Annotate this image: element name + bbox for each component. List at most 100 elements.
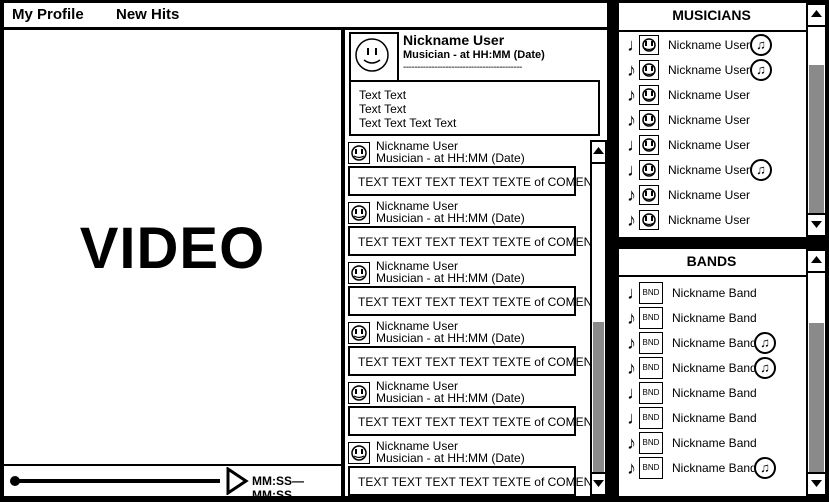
bands-panel: BANDS ♩ BND Nickname Band ♪ BND Nickname Band…	[619, 249, 806, 496]
band-item[interactable]: ♩ BND Nickname Band	[627, 407, 802, 429]
scroll-thumb[interactable]	[593, 322, 604, 472]
scroll-down-icon[interactable]	[808, 472, 825, 494]
band-item[interactable]: ♩ BND Nickname Band	[627, 282, 802, 304]
nav-my-profile[interactable]: My Profile	[12, 6, 84, 23]
band-name[interactable]: Nickname Band	[672, 386, 757, 400]
musician-item[interactable]: ♪ Nickname User	[627, 209, 802, 231]
band-avatar: BND	[639, 307, 663, 329]
comment-avatar[interactable]	[348, 382, 370, 404]
band-avatar: BND	[639, 332, 663, 354]
musician-item[interactable]: ♪ Nickname User ♫	[627, 59, 802, 81]
profile-post: Nickname User Musician - at HH:MM (Date)…	[345, 30, 607, 138]
comment-item: Nickname User Musician - at HH:MM (Date) T…	[348, 440, 600, 496]
band-item[interactable]: ♪ BND Nickname Band ♫	[627, 457, 802, 479]
music-play-icon[interactable]: ♫	[750, 59, 772, 81]
musician-name[interactable]: Nickname User	[668, 88, 750, 102]
band-avatar: BND	[639, 432, 663, 454]
comment-meta: Musician - at HH:MM (Date)	[376, 271, 525, 285]
band-avatar: BND	[639, 282, 663, 304]
band-avatar: BND	[639, 457, 663, 479]
band-item[interactable]: ♪ BND Nickname Band ♫	[627, 332, 802, 354]
band-name[interactable]: Nickname Band	[672, 436, 757, 450]
eighth-note-icon: ♪	[627, 85, 636, 105]
comment-text: TEXT TEXT TEXT TEXT TEXTE of COMENT	[348, 226, 600, 256]
band-avatar: BND	[639, 357, 663, 379]
post-nickname[interactable]: Nickname User	[403, 32, 504, 48]
band-name[interactable]: Nickname Band	[672, 311, 757, 325]
music-play-icon[interactable]: ♫	[750, 159, 772, 181]
musician-item[interactable]: ♩ Nickname User ♫	[627, 34, 802, 56]
comment-meta: Musician - at HH:MM (Date)	[376, 151, 525, 165]
band-item[interactable]: ♪ BND Nickname Band	[627, 307, 802, 329]
musician-name[interactable]: Nickname User	[668, 113, 750, 127]
comment-text: TEXT TEXT TEXT TEXT TEXTE of COMENT	[348, 166, 600, 196]
video-player[interactable]: VIDEO	[4, 30, 341, 464]
comments-scrollbar[interactable]	[590, 140, 607, 496]
band-avatar: BND	[639, 382, 663, 404]
scroll-thumb[interactable]	[809, 323, 824, 473]
musician-avatar	[639, 185, 659, 205]
music-play-icon[interactable]: ♫	[754, 357, 776, 379]
comment-meta: Musician - at HH:MM (Date)	[376, 451, 525, 465]
comment-text: TEXT TEXT TEXT TEXT TEXTE of COMENT	[348, 286, 600, 316]
musicians-scrollbar[interactable]	[806, 3, 827, 237]
musician-item[interactable]: ♪ Nickname User	[627, 109, 802, 131]
musician-name[interactable]: Nickname User	[668, 138, 750, 152]
musician-item[interactable]: ♩ Nickname User	[627, 134, 802, 156]
musician-item[interactable]: ♪ Nickname User	[627, 84, 802, 106]
musician-avatar	[639, 85, 659, 105]
band-name[interactable]: Nickname Band	[672, 286, 757, 300]
comment-avatar[interactable]	[348, 322, 370, 344]
musician-name[interactable]: Nickname User	[668, 213, 750, 227]
comment-item: Nickname User Musician - at HH:MM (Date) T…	[348, 320, 600, 376]
musician-name[interactable]: Nickname User	[668, 38, 750, 52]
post-meta: Musician - at HH:MM (Date)	[403, 49, 545, 61]
musician-name[interactable]: Nickname User	[668, 188, 750, 202]
band-name[interactable]: Nickname Band	[672, 336, 757, 350]
comment-avatar[interactable]	[348, 142, 370, 164]
comment-meta: Musician - at HH:MM (Date)	[376, 391, 525, 405]
play-icon[interactable]	[225, 467, 249, 495]
musician-avatar	[639, 160, 659, 180]
post-body: Text Text Text Text Text Text Text Text	[349, 80, 600, 136]
music-play-icon[interactable]: ♫	[750, 34, 772, 56]
nav-new-hits[interactable]: New Hits	[116, 6, 179, 23]
comment-avatar[interactable]	[348, 202, 370, 224]
comment-meta: Musician - at HH:MM (Date)	[376, 211, 525, 225]
musician-item[interactable]: ♩ Nickname User ♫	[627, 159, 802, 181]
scroll-up-icon[interactable]	[592, 142, 605, 164]
music-play-icon[interactable]: ♫	[754, 332, 776, 354]
comment-item: Nickname User Musician - at HH:MM (Date) T…	[348, 140, 600, 196]
band-name[interactable]: Nickname Band	[672, 461, 757, 475]
scroll-down-icon[interactable]	[592, 472, 605, 494]
eighth-note-icon: ♪	[627, 433, 636, 453]
musician-name[interactable]: Nickname User	[668, 163, 750, 177]
scroll-thumb[interactable]	[809, 65, 824, 213]
scroll-down-icon[interactable]	[808, 213, 825, 235]
musician-avatar	[639, 60, 659, 80]
band-name[interactable]: Nickname Band	[672, 411, 757, 425]
musician-avatar	[639, 135, 659, 155]
scroll-up-icon[interactable]	[808, 5, 825, 27]
post-line: Text Text	[359, 102, 407, 116]
comment-avatar[interactable]	[348, 442, 370, 464]
bands-scrollbar[interactable]	[806, 249, 827, 496]
post-divider: ----------------------------------------…	[403, 62, 522, 73]
musician-name[interactable]: Nickname User	[668, 63, 750, 77]
band-item[interactable]: ♪ BND Nickname Band	[627, 432, 802, 454]
scroll-up-icon[interactable]	[808, 251, 825, 273]
user-avatar[interactable]	[349, 32, 399, 82]
bands-title: BANDS	[686, 253, 737, 269]
musician-item[interactable]: ♪ Nickname User	[627, 184, 802, 206]
eighth-note-icon: ♪	[627, 458, 636, 478]
music-play-icon[interactable]: ♫	[754, 457, 776, 479]
band-avatar: BND	[639, 407, 663, 429]
band-name[interactable]: Nickname Band	[672, 361, 757, 375]
eighth-note-icon: ♪	[627, 333, 636, 353]
band-item[interactable]: ♩ BND Nickname Band	[627, 382, 802, 404]
band-item[interactable]: ♪ BND Nickname Band ♫	[627, 357, 802, 379]
video-label: VIDEO	[79, 216, 266, 281]
smiley-face-icon	[355, 38, 389, 72]
video-controls: MM:SS—MM:SS	[4, 466, 341, 502]
comment-avatar[interactable]	[348, 262, 370, 284]
